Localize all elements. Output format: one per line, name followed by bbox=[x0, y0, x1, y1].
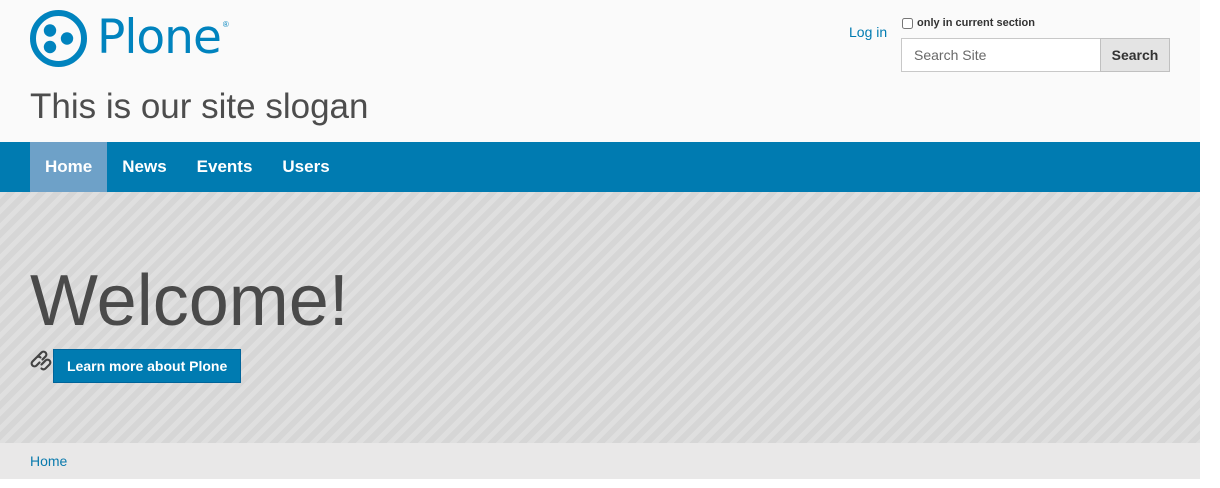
nav-link-events[interactable]: Events bbox=[182, 142, 268, 192]
learn-more-button[interactable]: Learn more about Plone bbox=[53, 349, 242, 383]
breadcrumb-item-home[interactable]: Home bbox=[30, 443, 67, 479]
nav-item-events: Events bbox=[182, 142, 268, 192]
login-link[interactable]: Log in bbox=[849, 23, 887, 41]
welcome-hero: Welcome! Learn more about Plone bbox=[0, 192, 1200, 443]
nav-link-home[interactable]: Home bbox=[30, 142, 108, 192]
breadcrumb: Home bbox=[0, 443, 1200, 479]
section-only-label: only in current section bbox=[917, 17, 1035, 29]
nav-item-home: Home bbox=[30, 142, 108, 192]
logo-text: Plone bbox=[97, 10, 222, 65]
search-input[interactable] bbox=[901, 38, 1101, 72]
logo-registered-mark: ® bbox=[222, 19, 229, 29]
site-logo[interactable]: Plone ® bbox=[30, 9, 229, 67]
hero-title: Welcome! bbox=[30, 261, 349, 341]
site-header: Plone ® This is our site slogan Log in o… bbox=[0, 0, 1200, 142]
section-only-option[interactable]: only in current section bbox=[902, 17, 1035, 29]
link-icon bbox=[30, 350, 52, 371]
main-navigation: Home News Events Users bbox=[0, 142, 1200, 192]
nav-item-users: Users bbox=[267, 142, 344, 192]
nav-link-users[interactable]: Users bbox=[267, 142, 344, 192]
site-slogan: This is our site slogan bbox=[30, 87, 369, 126]
search-button[interactable]: Search bbox=[1100, 38, 1170, 72]
plone-logo-icon bbox=[30, 9, 87, 67]
section-only-checkbox[interactable] bbox=[902, 17, 913, 29]
nav-item-news: News bbox=[107, 142, 181, 192]
plone-site: Plone ® This is our site slogan Log in o… bbox=[0, 0, 1200, 488]
nav-list: Home News Events Users bbox=[30, 142, 1200, 192]
nav-link-news[interactable]: News bbox=[107, 142, 181, 192]
